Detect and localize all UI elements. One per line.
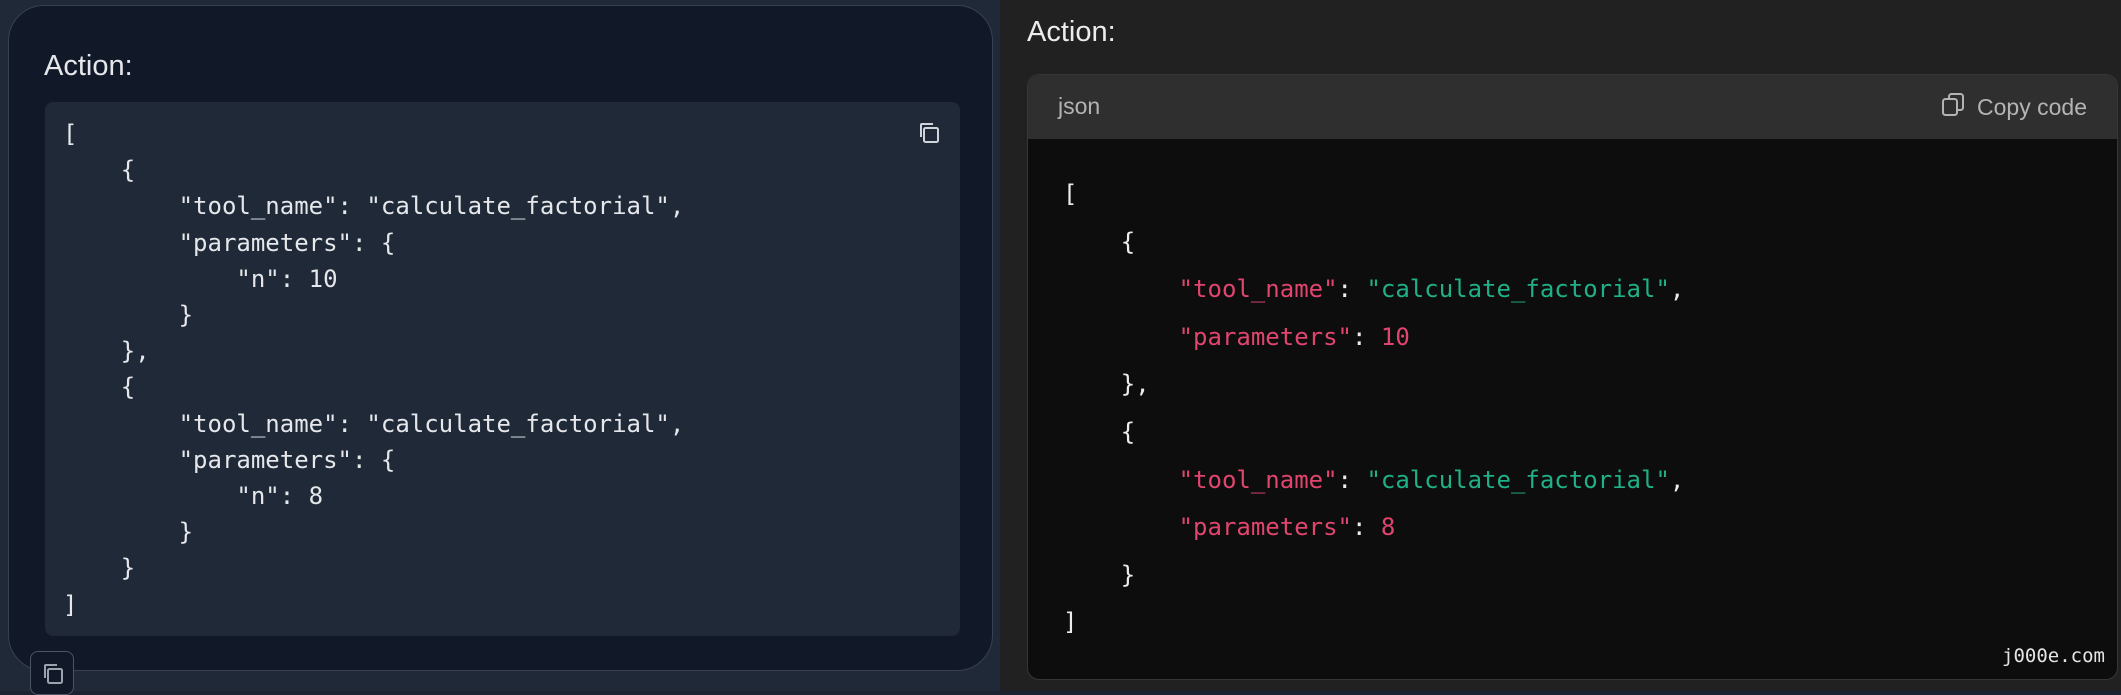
code-language-label: json xyxy=(1058,93,1101,119)
code-token: { xyxy=(1120,417,1136,446)
json-key: "parameters" xyxy=(1178,513,1352,542)
json-key: "tool_name" xyxy=(1178,465,1338,494)
copy-code-button[interactable]: Copy code xyxy=(1939,91,2087,123)
copy-icon xyxy=(1939,90,1967,124)
code-token: } xyxy=(1120,560,1136,589)
copy-code-label: Copy code xyxy=(1977,93,2087,120)
copy-icon[interactable] xyxy=(916,120,942,146)
right-code-block: json Copy code [ { "tool_name": "calcula… xyxy=(1027,74,2118,680)
json-key: "tool_name" xyxy=(1178,275,1338,304)
code-token: { xyxy=(1120,227,1136,256)
json-key: "parameters" xyxy=(1178,322,1352,351)
left-code-text: [ { "tool_name": "calculate_factorial", … xyxy=(63,120,685,619)
right-action-heading: Action: xyxy=(1027,16,1116,48)
code-token: }, xyxy=(1120,370,1150,399)
json-number: 8 xyxy=(1380,513,1396,542)
watermark: j000e.com xyxy=(2002,645,2105,667)
json-string: "calculate_factorial" xyxy=(1366,465,1670,494)
code-token: ] xyxy=(1063,608,1078,637)
code-block-header: json Copy code xyxy=(1028,75,2117,139)
json-string: "calculate_factorial" xyxy=(1366,275,1670,304)
left-code-block: [ { "tool_name": "calculate_factorial", … xyxy=(45,102,960,636)
code-token: [ xyxy=(1063,180,1078,208)
right-code-text: [ { "tool_name": "calculate_factorial", … xyxy=(1063,180,1685,637)
json-number: 10 xyxy=(1380,322,1410,351)
copy-message-button[interactable] xyxy=(30,651,74,695)
left-action-heading: Action: xyxy=(44,50,133,82)
